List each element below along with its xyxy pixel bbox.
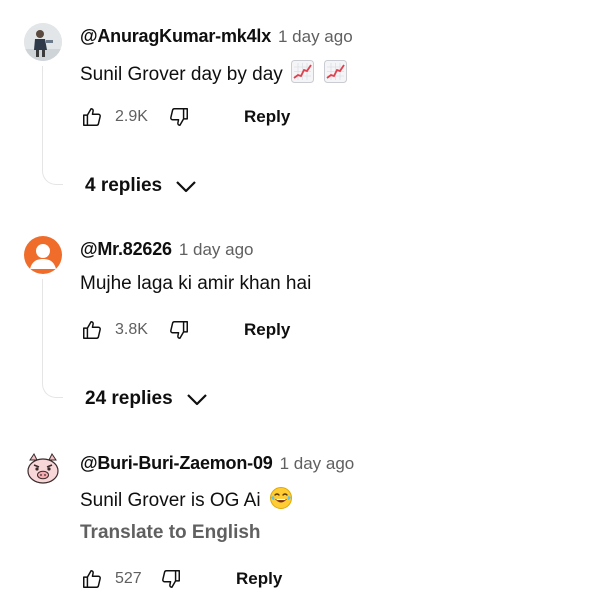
comment-thread: @Buri-Buri-Zaemon-09 1 day ago Sunil Gro…	[0, 0, 610, 597]
thumbs-down-icon	[162, 570, 180, 588]
like-button[interactable]	[80, 567, 104, 591]
like-count: 527	[115, 570, 142, 587]
comments-section: @AnuragKumar-mk4lx 1 day ago Sunil Grove…	[0, 0, 610, 597]
thumbs-up-icon	[83, 570, 101, 588]
comment-text: Sunil Grover is OG Ai	[80, 490, 261, 511]
translate-button[interactable]: Translate to English	[80, 522, 261, 544]
comment-timestamp[interactable]: 1 day ago	[280, 454, 355, 474]
pig-cartoon-icon	[24, 450, 62, 488]
comment-author[interactable]: @Buri-Buri-Zaemon-09	[80, 453, 273, 474]
face-with-tears-of-joy-icon	[269, 486, 293, 516]
avatar[interactable]	[24, 450, 62, 488]
reply-button[interactable]: Reply	[236, 569, 282, 589]
dislike-button[interactable]	[159, 567, 183, 591]
